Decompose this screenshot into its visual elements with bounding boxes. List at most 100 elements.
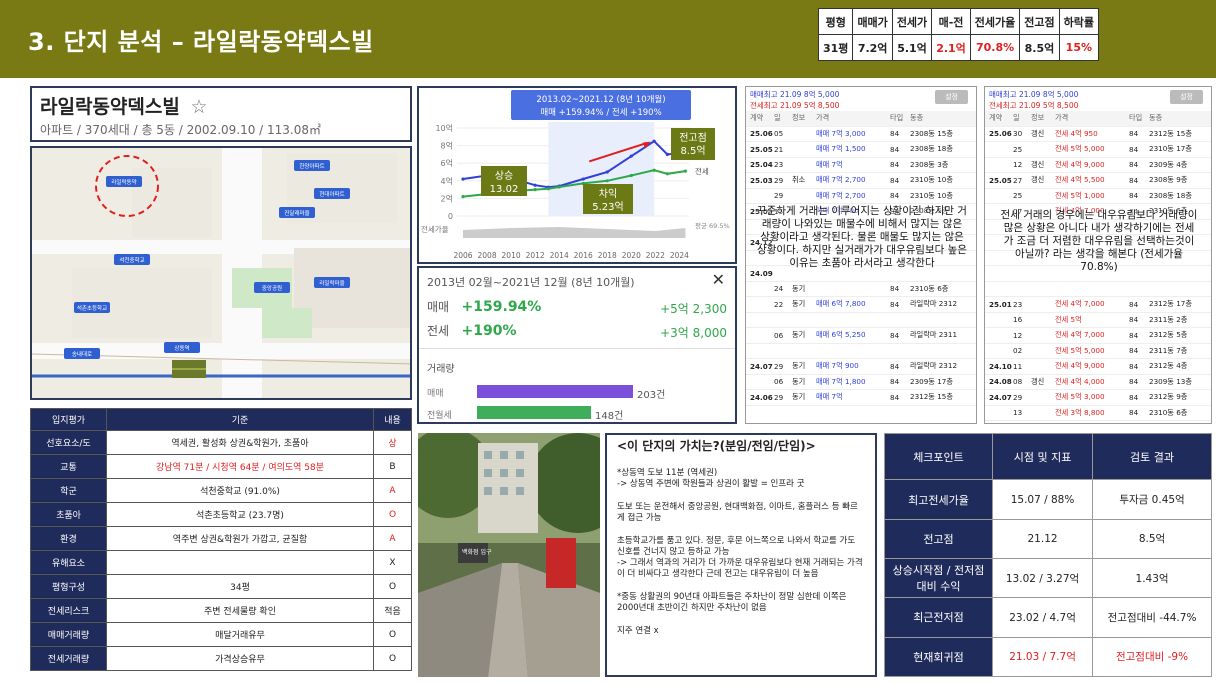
checkpoint-result: 전고점대비 -9% — [1092, 636, 1212, 678]
column-header: 동층 — [910, 113, 924, 123]
map-label: 한양아파트 — [299, 162, 324, 170]
listing-row[interactable] — [746, 313, 976, 328]
y-tick-label: 8억 — [441, 141, 453, 151]
annotation-gap-title: 차익 — [599, 188, 617, 200]
y-tick-label: 4억 — [441, 176, 453, 186]
listing-row[interactable] — [746, 344, 976, 359]
listing-cell: 전세 4억 9,000 — [1055, 159, 1105, 169]
data-point — [557, 185, 561, 189]
listing-cell: 84 — [890, 144, 900, 154]
data-point — [533, 183, 537, 187]
listing-cell: 2308동 3층 — [910, 159, 949, 169]
listing-row[interactable]: 02 전세 5억 5,000 84 2311동 7층 — [985, 344, 1211, 359]
listing-cell: 동기 — [792, 361, 806, 371]
listing-row[interactable] — [985, 282, 1211, 297]
settings-button[interactable]: 설정 — [935, 90, 968, 104]
checkpoint-name: 최근전저점 — [884, 597, 993, 638]
listing-row[interactable]: 12 갱신 전세 4억 9,000 84 2309동 4층 — [985, 158, 1211, 173]
complex-name: 라일락동약덱스빌 — [40, 96, 180, 118]
listing-cell: 22 — [774, 299, 784, 309]
listing-row[interactable]: 25.05 27 갱신 전세 4억 5,500 84 2308동 9층 — [985, 173, 1211, 189]
banner-change: 매매 +159.94% / 전세 +190% — [540, 107, 661, 118]
close-icon[interactable]: ✕ — [712, 270, 725, 289]
listing-cell: 2311동 2층 — [1149, 314, 1188, 324]
listing-cell: 23 — [774, 160, 784, 170]
data-point — [533, 188, 537, 192]
listing-row[interactable]: 25 전세 5억 1,000 84 2308동 18층 — [985, 189, 1211, 204]
listing-row[interactable]: 25 전세 5억 5,000 84 2310동 17층 — [985, 142, 1211, 158]
settings-button[interactable]: 설정 — [1170, 90, 1203, 104]
map-canvas[interactable]: 라일락동약 한양아파트현대아파트진달래마을중앙공원상동역 석천중학교라일락마을송내대… — [32, 148, 412, 400]
listing-row[interactable]: 06 동기 매매 7억 1,800 84 2309동 17층 — [746, 375, 976, 390]
value-para-5: 지주 연결 x — [617, 626, 659, 636]
listing-cell: 동기 — [792, 330, 806, 340]
listing-cell: 전세 4억 7,000 — [1055, 299, 1105, 309]
map-marker[interactable]: 라일락마을 — [314, 277, 350, 288]
listing-cell: 25 — [1013, 191, 1023, 201]
listing-row[interactable]: 24.10 11 전세 4억 9,000 84 2312동 4층 — [985, 359, 1211, 375]
listing-row[interactable]: 12 전세 4억 7,000 84 2312동 5층 — [985, 328, 1211, 344]
criterion-name: 선호요소/도 — [30, 430, 107, 455]
listing-row[interactable]: 24.08 08 갱신 전세 4억 4,000 84 2309동 13층 — [985, 375, 1211, 390]
listing-cell: 84 — [1129, 160, 1139, 170]
listing-cell: 전세 5억 5,000 — [1055, 144, 1105, 154]
listing-row[interactable]: 24.06 29 동기 매매 7억 84 2312동 15층 — [746, 390, 976, 406]
listing-cell: 2309동 13층 — [1149, 376, 1192, 386]
listing-cell: 29 — [774, 392, 784, 402]
listing-cell: 27 — [1013, 175, 1023, 185]
listing-row[interactable]: 25.05 21 매매 7억 1,500 84 2308동 18층 — [746, 142, 976, 158]
listing-row[interactable]: 25.04 23 매매 7억 84 2308동 3층 — [746, 158, 976, 173]
listing-row[interactable]: 25.03 29 취소 매매 7억 2,700 84 2310동 10층 — [746, 173, 976, 189]
listing-cell: 24.07 — [750, 361, 773, 371]
listing-cell: 매매 7억 1,800 — [816, 376, 866, 386]
favorite-star-icon[interactable]: ☆ — [190, 96, 207, 118]
listing-cell: 84 — [890, 129, 900, 139]
map-marker[interactable]: 라일락동약 — [106, 176, 142, 187]
map-marker[interactable]: 상동역 — [164, 342, 200, 353]
criterion-detail: 석촌초등학교 (23.7명) — [106, 502, 374, 527]
listing-row[interactable]: 24.0613갱신전세 5억842309동 8층 — [985, 421, 1211, 423]
map-marker[interactable]: 석촌초등학교 — [74, 302, 110, 313]
criterion-detail: 역세권, 활성화 상권&학원가, 초품아 — [106, 430, 374, 455]
listing-row[interactable]: 13 전세 3억 8,800 84 2310동 6층 — [985, 406, 1211, 421]
listing-row[interactable]: 24.07 29 동기 매매 7억 900 84 라일락마 2312 — [746, 359, 976, 375]
listing-cell: 25.06 — [989, 129, 1012, 139]
criterion-detail — [106, 550, 374, 575]
listing-cell: 라일락마 2312 — [910, 299, 958, 309]
criterion-grade: A — [373, 478, 412, 503]
criterion-name: 환경 — [30, 526, 107, 551]
listing-cell: 84 — [890, 175, 900, 185]
criterion-name: 평형구성 — [30, 574, 107, 599]
volume-sale-bar — [477, 385, 633, 398]
map-marker[interactable]: 석천중학교 — [114, 254, 150, 265]
listing-cell: 매매 7억 3,000 — [816, 128, 866, 138]
map-marker[interactable]: 한양아파트 — [294, 160, 330, 171]
price-stats-box: 2013년 02월~2021년 12월 (8년 10개월) ✕ 매매 +159.… — [417, 266, 737, 424]
jeonse-label: 전세 — [427, 324, 450, 338]
map-box[interactable]: 라일락동약 한양아파트현대아파트진달래마을중앙공원상동역 석천중학교라일락마을송내대… — [30, 146, 412, 400]
checkpoint-table: 체크포인트 시점 및 지표 검토 결과 최고전세가율 15.07 / 88% 투자금 0… — [884, 432, 1212, 678]
map-marker[interactable]: 중앙공원 — [254, 282, 290, 293]
map-marker[interactable]: 송내대로 — [64, 348, 100, 359]
listing-row[interactable]: 29 매매 7억 2,700 84 2310동 10층 — [746, 189, 976, 204]
map-marker[interactable]: 현대아파트 — [314, 188, 350, 199]
listing-row[interactable]: 22 동기 매매 6억 7,800 84 라일락마 2312 — [746, 297, 976, 313]
map-marker[interactable]: 진달래마을 — [279, 207, 315, 218]
listing-row[interactable]: 16 전세 5억 84 2311동 2층 — [985, 313, 1211, 328]
listing-cell: 2312동 5층 — [1149, 330, 1188, 340]
data-point — [629, 173, 633, 178]
listing-row[interactable]: 24.07 29 전세 5억 3,000 84 2312동 9층 — [985, 390, 1211, 406]
price-chart[interactable]: 10억 8억 6억 4억 2억 0 전세가율 평균 69.5% 2006 2008 2010 2012… — [419, 88, 735, 262]
listing-row[interactable]: 24 동기 84 2310동 6층 — [746, 282, 976, 297]
listing-row[interactable]: 25.06 05 매매 7억 3,000 84 2308동 15층 — [746, 127, 976, 142]
listing-row[interactable]: 06 동기 매매 6억 5,250 84 라일락마 2311 — [746, 328, 976, 344]
listing-row[interactable]: 25.01 23 전세 4억 7,000 84 2312동 17층 — [985, 297, 1211, 313]
data-point — [683, 169, 687, 173]
y-tick-label: 0 — [448, 212, 453, 221]
volume-title: 거래량 — [427, 364, 455, 375]
checkpoint-name: 전고점 — [884, 518, 993, 560]
checkpoint-header: 검토 결과 — [1092, 432, 1212, 481]
listing-row[interactable]: 25.06 30 갱신 전세 4억 950 84 2312동 15층 — [985, 127, 1211, 142]
criterion-name: 전세리스크 — [30, 598, 107, 623]
checkpoint-name: 상승시작점 / 전저점대비 수익 — [884, 557, 993, 599]
